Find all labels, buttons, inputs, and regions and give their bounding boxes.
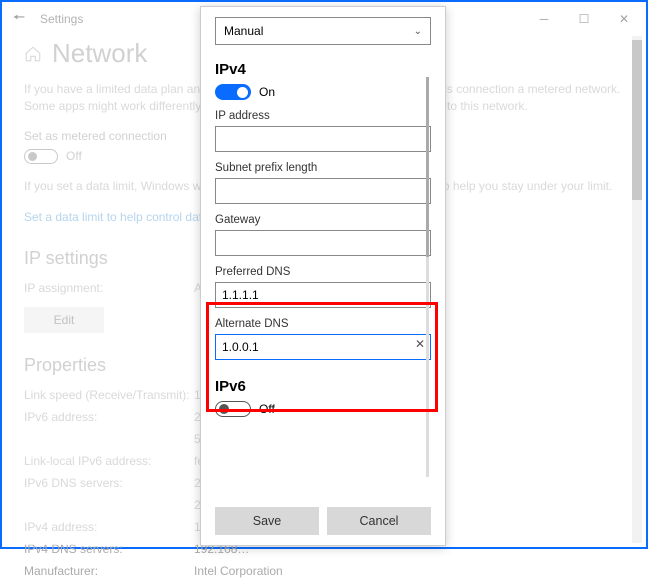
cancel-button[interactable]: Cancel [327, 507, 431, 535]
mode-value: Manual [224, 24, 263, 38]
ipv4-toggle[interactable] [215, 84, 251, 100]
preferred-dns-label: Preferred DNS [215, 266, 431, 278]
ipv6-heading: IPv6 [215, 378, 431, 395]
property-key: IPv4 address: [24, 520, 194, 534]
ipv6-state: Off [259, 402, 275, 416]
clear-icon[interactable]: ✕ [415, 337, 425, 351]
subnet-label: Subnet prefix length [215, 162, 431, 174]
panel-scrollbar[interactable] [426, 77, 429, 477]
property-value: Intel Corporation [194, 564, 283, 578]
subnet-input[interactable] [215, 178, 431, 204]
app-name: Settings [34, 12, 83, 26]
property-key: IPv4 DNS servers: [24, 542, 194, 556]
ipv4-heading: IPv4 [215, 61, 431, 78]
gateway-label: Gateway [215, 214, 431, 226]
ip-assignment-label: IP assignment: [24, 281, 194, 295]
edit-button[interactable]: Edit [24, 307, 104, 333]
property-key: IPv6 DNS servers: [24, 476, 194, 490]
metered-state: Off [66, 149, 82, 163]
property-key [24, 498, 194, 512]
property-key: Link-local IPv6 address: [24, 454, 194, 468]
page-scrollbar-thumb[interactable] [632, 40, 642, 200]
property-key [24, 432, 194, 446]
chevron-down-icon: ⌄ [414, 26, 422, 37]
minimize-button[interactable]: ─ [524, 4, 564, 34]
mode-select[interactable]: Manual ⌄ [215, 17, 431, 45]
gateway-input[interactable] [215, 230, 431, 256]
property-row: Manufacturer:Intel Corporation [24, 560, 624, 582]
ipv4-state: On [259, 85, 275, 99]
alternate-dns-label: Alternate DNS [215, 318, 431, 330]
metered-toggle[interactable] [24, 149, 58, 164]
alternate-dns-input[interactable] [215, 334, 431, 360]
home-icon [24, 45, 42, 63]
page-title: Network [52, 38, 147, 69]
property-key: Link speed (Receive/Transmit): [24, 388, 194, 402]
save-button[interactable]: Save [215, 507, 319, 535]
close-button[interactable]: ✕ [604, 4, 644, 34]
page-scrollbar[interactable] [632, 36, 642, 543]
panel-scrollbar-thumb[interactable] [426, 77, 429, 257]
ip-address-label: IP address [215, 110, 431, 122]
ipv6-toggle[interactable] [215, 401, 251, 417]
ip-address-input[interactable] [215, 126, 431, 152]
maximize-button[interactable]: ☐ [564, 4, 604, 34]
ip-edit-panel: Manual ⌄ IPv4 On IP address Subnet prefi… [200, 6, 446, 546]
back-button[interactable]: 🠔 [4, 7, 34, 31]
property-key: IPv6 address: [24, 410, 194, 424]
preferred-dns-input[interactable] [215, 282, 431, 308]
property-key: Manufacturer: [24, 564, 194, 578]
